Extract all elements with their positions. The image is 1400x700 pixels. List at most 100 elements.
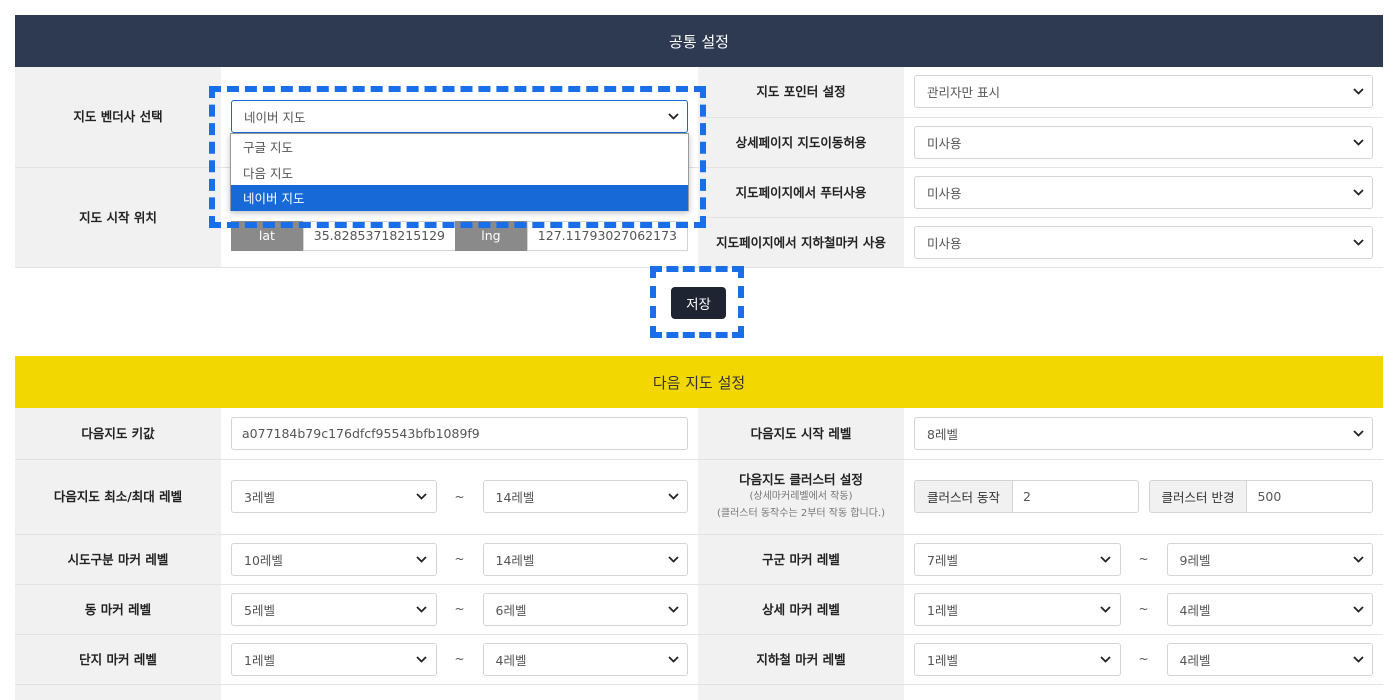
chevron-down-icon: [667, 603, 679, 615]
daum-min-level-value: 3레벨: [244, 490, 275, 505]
cluster-radius-input[interactable]: 500: [1246, 480, 1373, 513]
gugun-min-select[interactable]: 7레벨: [914, 542, 1121, 576]
dong-max-select[interactable]: 6레벨: [482, 592, 688, 626]
cluster-action-input[interactable]: 2: [1011, 480, 1139, 513]
pointer-select[interactable]: 관리자만 표시: [914, 75, 1373, 109]
dong-marker-cell: 5레벨 ~ 6레벨: [221, 584, 698, 635]
danji-marker-label: 단지 마커 레벨: [15, 634, 221, 685]
daum-key-label: 다음지도 키값: [15, 408, 221, 460]
lng-input[interactable]: 127.11793027062173: [526, 220, 688, 251]
chevron-down-icon: [416, 553, 428, 565]
subway-use-select[interactable]: 미사용: [914, 225, 1373, 259]
chevron-down-icon: [1352, 186, 1364, 198]
common-settings-title: 공통 설정: [669, 32, 729, 51]
detail-move-label: 상세페이지 지도이동허용: [698, 117, 904, 168]
chevron-down-icon: [667, 653, 679, 665]
next-row-label: [15, 684, 221, 700]
daum-min-level-select[interactable]: 3레벨: [231, 480, 437, 513]
vendor-option-daum[interactable]: 다음 지도: [231, 160, 688, 186]
cluster-radius-group: 클러스터 반경 500: [1148, 480, 1373, 513]
subway-marker-cell: 1레벨 ~ 4레벨: [904, 634, 1383, 685]
footer-select[interactable]: 미사용: [914, 175, 1373, 209]
detail-max-value: 4레벨: [1179, 602, 1211, 618]
common-settings-table: 지도 벤더사 선택 네이버 지도 지도 포인터 설정 관리자만 표시 상세페이지…: [15, 67, 1383, 268]
sido-min-select[interactable]: 10레벨: [231, 542, 437, 576]
detail-marker-label: 상세 마커 레벨: [698, 584, 904, 635]
subway-max-select[interactable]: 4레벨: [1166, 642, 1373, 676]
coord-row: lat 35.82853718215129 lng 127.1179302706…: [231, 220, 688, 251]
sido-max-value: 14레벨: [495, 552, 535, 568]
dong-min-select[interactable]: 5레벨: [231, 592, 437, 626]
detail-move-select-value: 미사용: [927, 135, 962, 151]
cluster-radius-tag: 클러스터 반경: [1148, 480, 1247, 513]
range-separator: ~: [454, 489, 465, 504]
dong-max-value: 6레벨: [495, 602, 527, 618]
range-separator: ~: [1138, 552, 1149, 566]
common-settings-header: 공통 설정: [15, 15, 1383, 67]
gugun-marker-cell: 7레벨 ~ 9레벨: [904, 534, 1383, 585]
daum-start-level-select[interactable]: 8레벨: [914, 416, 1373, 450]
daum-start-level-cell: 8레벨: [904, 408, 1383, 460]
detail-min-select[interactable]: 1레벨: [914, 592, 1121, 626]
gugun-marker-label: 구군 마커 레벨: [698, 534, 904, 585]
gugun-max-select[interactable]: 9레벨: [1166, 542, 1373, 576]
footer-select-value: 미사용: [927, 185, 962, 201]
cluster-action-group: 클러스터 동작 2: [914, 480, 1139, 513]
danji-min-value: 1레벨: [244, 652, 275, 668]
chevron-down-icon: [1352, 427, 1364, 439]
daum-start-level-value: 8레벨: [927, 426, 958, 442]
lat-tag: lat: [231, 220, 303, 251]
detail-max-select[interactable]: 4레벨: [1166, 592, 1373, 626]
cluster-action-tag: 클러스터 동작: [914, 480, 1012, 513]
start-position-label: 지도 시작 위치: [15, 167, 221, 268]
danji-marker-cell: 1레벨 ~ 4레벨: [221, 634, 698, 685]
subway-use-select-value: 미사용: [927, 235, 962, 251]
chevron-down-icon: [667, 491, 679, 503]
daum-max-level-select[interactable]: 14레벨: [482, 480, 688, 513]
pointer-select-value: 관리자만 표시: [927, 85, 1000, 101]
gugun-max-value: 9레벨: [1179, 552, 1211, 568]
chevron-down-icon: [1352, 86, 1364, 98]
subway-use-label: 지도페이지에서 지하철마커 사용: [698, 217, 904, 268]
subway-min-select[interactable]: 1레벨: [914, 642, 1121, 676]
subway-use-cell: 미사용: [904, 217, 1383, 268]
range-separator: ~: [1138, 602, 1149, 616]
save-button[interactable]: 저장: [671, 287, 726, 319]
chevron-down-icon: [416, 653, 428, 665]
next-row-label-right: [698, 684, 904, 700]
chevron-down-icon: [667, 111, 679, 123]
daum-settings-title: 다음 지도 설정: [652, 373, 746, 392]
lng-tag: lng: [455, 220, 527, 251]
daum-cluster-cell: 클러스터 동작 2 클러스터 반경 500: [904, 459, 1383, 535]
vendor-dropdown-list: 구글 지도 다음 지도 네이버 지도: [230, 133, 689, 211]
subway-min-value: 1레벨: [927, 652, 958, 668]
detail-marker-cell: 1레벨 ~ 4레벨: [904, 584, 1383, 635]
chevron-down-icon: [1100, 553, 1112, 565]
daum-key-input[interactable]: a077184b79c176dfcf95543bfb1089f9: [231, 416, 688, 450]
chevron-down-icon: [1100, 603, 1112, 615]
daum-max-level-value: 14레벨: [495, 490, 535, 505]
daum-cluster-note-2: (클러스터 동작수는 2부터 작동 합니다.): [716, 508, 886, 519]
danji-min-select[interactable]: 1레벨: [231, 642, 437, 676]
range-separator: ~: [1138, 652, 1149, 666]
next-row-cell-right: [904, 684, 1383, 700]
sido-min-value: 10레벨: [244, 552, 283, 568]
pointer-cell: 관리자만 표시: [904, 67, 1383, 118]
lat-input[interactable]: 35.82853718215129: [302, 220, 456, 251]
vendor-option-google[interactable]: 구글 지도: [231, 134, 688, 160]
danji-max-value: 4레벨: [495, 652, 527, 668]
chevron-down-icon: [1352, 553, 1364, 565]
vendor-option-naver[interactable]: 네이버 지도: [231, 185, 688, 211]
chevron-down-icon: [1352, 136, 1364, 148]
chevron-down-icon: [1100, 653, 1112, 665]
vendor-select[interactable]: 네이버 지도: [231, 100, 688, 134]
daum-settings-table: 다음지도 키값 a077184b79c176dfcf95543bfb1089f9…: [15, 408, 1383, 700]
chevron-down-icon: [416, 603, 428, 615]
footer-cell: 미사용: [904, 167, 1383, 218]
daum-settings-header: 다음 지도 설정: [15, 356, 1383, 408]
chevron-down-icon: [1352, 236, 1364, 248]
sido-max-select[interactable]: 14레벨: [482, 542, 688, 576]
danji-max-select[interactable]: 4레벨: [482, 642, 688, 676]
daum-minmax-label: 다음지도 최소/최대 레벨: [15, 459, 221, 535]
detail-move-select[interactable]: 미사용: [914, 125, 1373, 159]
